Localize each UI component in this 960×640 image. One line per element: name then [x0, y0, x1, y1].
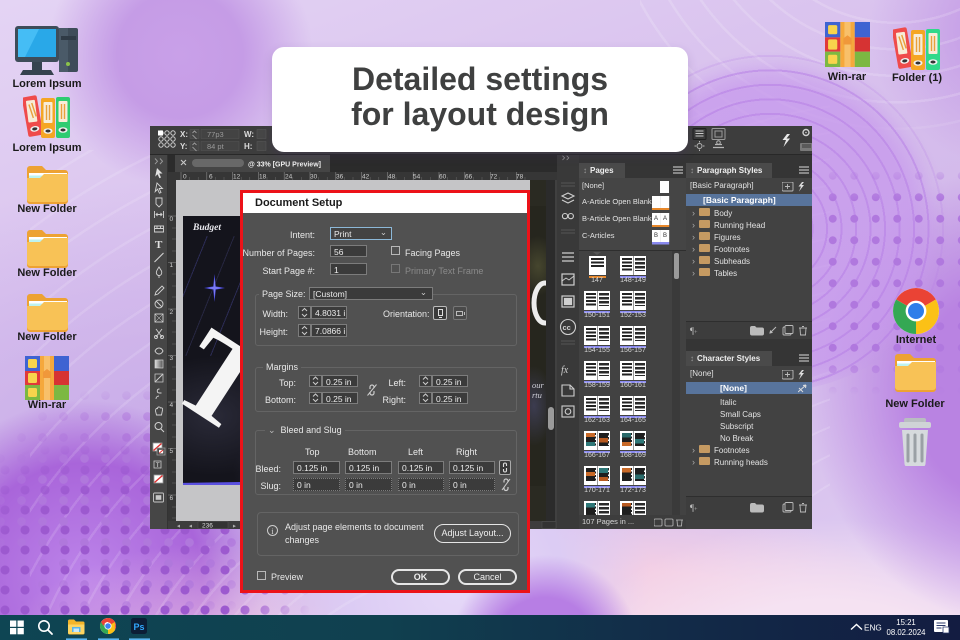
svg-text:◄: ◄	[176, 524, 181, 530]
svg-text:Y:: Y:	[180, 142, 187, 151]
svg-text:84 pt: 84 pt	[207, 142, 225, 151]
svg-text:08.02.2024: 08.02.2024	[886, 628, 926, 637]
svg-text:5: 5	[170, 448, 174, 455]
svg-text:T: T	[155, 239, 163, 251]
svg-text:¶+: ¶+	[690, 326, 698, 336]
svg-text:1: 1	[170, 262, 174, 269]
svg-text:T: T	[156, 462, 160, 469]
svg-text:236: 236	[202, 523, 213, 530]
svg-text:15:21: 15:21	[896, 618, 916, 627]
svg-text:►: ►	[232, 524, 237, 530]
svg-text:3: 3	[170, 355, 174, 362]
svg-text:77p3: 77p3	[207, 130, 224, 139]
svg-text:¶+: ¶+	[690, 503, 698, 513]
svg-text:W:: W:	[244, 130, 254, 139]
svg-text:0: 0	[170, 216, 174, 223]
svg-text:X:: X:	[180, 130, 188, 139]
svg-text:2: 2	[170, 309, 174, 316]
svg-text:6: 6	[170, 495, 174, 502]
svg-text:H:: H:	[244, 142, 252, 151]
svg-text:@ 33% [GPU Preview]: @ 33% [GPU Preview]	[248, 162, 321, 169]
svg-text:fx: fx	[561, 365, 569, 376]
svg-text:ENG: ENG	[864, 624, 882, 633]
svg-text:Ps: Ps	[133, 622, 144, 632]
svg-text:cc: cc	[563, 323, 571, 332]
svg-text:◄: ◄	[188, 524, 193, 530]
